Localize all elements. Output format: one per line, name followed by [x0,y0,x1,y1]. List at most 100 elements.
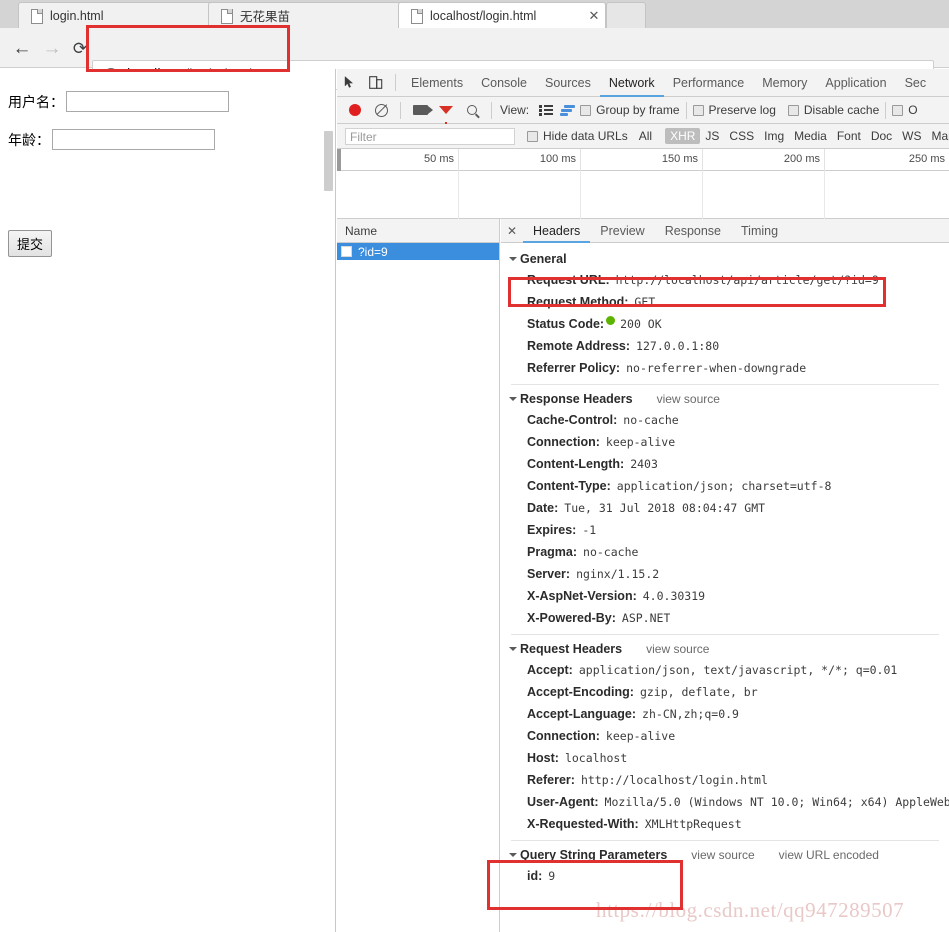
request-detail-pane: ✕ Headers Preview Response Timing Genera… [501,219,949,932]
filter-type-font[interactable]: Font [832,128,866,144]
filter-type-css[interactable]: CSS [724,128,759,144]
timeline-tick-1: 100 ms [459,149,581,171]
browser-tab-1[interactable]: 无花果苗 ✕ [208,2,416,28]
devtools-tab-network[interactable]: Network [600,69,664,97]
devtools-tab-sources[interactable]: Sources [536,69,600,97]
device-toolbar-icon[interactable] [363,69,389,97]
browser-tab-0[interactable]: login.html ✕ [18,2,226,28]
online-throttle-label: O [908,103,918,117]
filter-type-doc[interactable]: Doc [866,128,897,144]
header-name: X-Powered-By: [527,611,616,625]
disable-cache-checkbox[interactable] [787,104,799,116]
devtools-tab-console[interactable]: Console [472,69,536,97]
waterfall-view-button[interactable] [556,96,580,124]
chevron-down-icon[interactable] [509,257,517,261]
forward-icon[interactable]: → [40,36,64,60]
header-value: application/json; charset=utf-8 [616,479,832,493]
view-source-link[interactable]: view source [646,642,709,656]
capture-screenshots-button[interactable] [407,96,433,124]
page-scrollbar-thumb[interactable] [324,131,333,191]
filter-type-js[interactable]: JS [700,128,724,144]
browser-tab-partial[interactable] [606,2,646,28]
offline-checkbox[interactable] [892,104,904,116]
devtools-tab-security[interactable]: Sec [896,69,936,97]
detail-tab-response[interactable]: Response [655,219,731,243]
section-divider [511,384,939,385]
record-button[interactable] [342,96,368,124]
filter-type-media[interactable]: Media [789,128,832,144]
header-value: no-cache [583,545,639,559]
detail-tab-bar: ✕ Headers Preview Response Timing [501,219,949,243]
header-row-x-requested-with: X-Requested-With: XMLHttpRequest [501,813,949,835]
header-row-connection: Connection: keep-alive [501,431,949,453]
header-row-accept: Accept: application/json, text/javascrip… [501,659,949,681]
header-value: http://localhost/login.html [580,773,768,787]
devtools-tab-performance[interactable]: Performance [664,69,754,97]
view-url-encoded-link[interactable]: view URL encoded [779,848,879,862]
group-by-frame-checkbox[interactable] [580,104,592,116]
header-name: Connection: [527,435,600,449]
chevron-down-icon[interactable] [509,397,517,401]
header-row-date: Date: Tue, 31 Jul 2018 08:04:47 GMT [501,497,949,519]
header-value: nginx/1.15.2 [576,567,660,581]
filter-type-img[interactable]: Img [759,128,789,144]
disable-cache-label: Disable cache [803,103,880,117]
close-icon[interactable]: ✕ [583,9,605,22]
section-request-headers-header[interactable]: Request Headers view source [501,639,949,659]
browser-tab-label: login.html [50,8,104,23]
timeline-grid-cell [459,171,581,219]
network-toolbar: View: Group by frame Preserve log Disabl… [337,96,949,127]
hide-data-urls-checkbox[interactable] [527,130,538,142]
header-name: Date: [527,501,559,515]
filter-type-ws[interactable]: WS [897,128,926,144]
toolbar-divider [885,101,887,119]
inspect-element-icon[interactable] [337,69,363,97]
username-input[interactable] [66,91,229,112]
section-title: Request Headers [520,642,623,656]
close-icon[interactable]: ✕ [501,224,523,238]
chevron-down-icon[interactable] [509,647,517,651]
chevron-down-icon[interactable] [509,853,517,857]
detail-tab-preview[interactable]: Preview [590,219,654,243]
view-source-link[interactable]: view source [691,848,754,862]
back-icon[interactable]: ← [10,36,34,60]
devtools-tab-bar: Elements Console Sources Network Perform… [337,69,949,97]
filter-type-manifest[interactable]: Manifest [927,128,949,144]
section-general-header[interactable]: General [501,249,949,269]
filter-input[interactable]: Filter [345,127,515,145]
list-view-button[interactable] [536,96,556,124]
devtools-tab-elements[interactable]: Elements [402,69,472,97]
submit-button[interactable]: 提交 [8,230,53,257]
header-row-content-type: Content-Type: application/json; charset=… [501,475,949,497]
header-name: Connection: [527,729,600,743]
section-divider [511,634,939,635]
browser-tab-label: localhost/login.html [430,8,537,23]
username-label: 用户名： [8,93,64,110]
section-response-headers-header[interactable]: Response Headers view source [501,389,949,409]
request-list-header-name[interactable]: Name [337,219,499,243]
age-input[interactable] [52,129,215,150]
search-button[interactable] [459,96,485,124]
detail-tab-timing[interactable]: Timing [731,219,788,243]
header-value: 4.0.30319 [642,589,706,603]
view-source-link[interactable]: view source [657,392,720,406]
header-row-expires: Expires: -1 [501,519,949,541]
clear-button[interactable] [368,96,394,124]
devtools-tab-memory[interactable]: Memory [753,69,816,97]
age-label: 年龄： [8,131,50,148]
param-name: id: [527,869,543,883]
request-type-icon [341,246,352,257]
reload-icon[interactable]: ⟳ [68,36,92,60]
filter-button[interactable] [433,96,459,127]
filter-type-xhr[interactable]: XHR [665,128,701,144]
devtools-tab-application[interactable]: Application [816,69,895,97]
header-row-status-code: Status Code: 200 OK [501,313,949,335]
request-row[interactable]: ?id=9 [337,243,499,260]
filter-type-all[interactable]: All [634,128,657,144]
network-overview[interactable]: 50 ms 100 ms 150 ms 200 ms 250 ms [337,149,949,219]
toolbar-divider [395,74,396,91]
section-query-string-header[interactable]: Query String Parameters view source view… [501,845,949,865]
browser-tab-2[interactable]: localhost/login.html ✕ [398,2,606,28]
detail-tab-headers[interactable]: Headers [523,219,590,243]
preserve-log-checkbox[interactable] [692,104,704,116]
